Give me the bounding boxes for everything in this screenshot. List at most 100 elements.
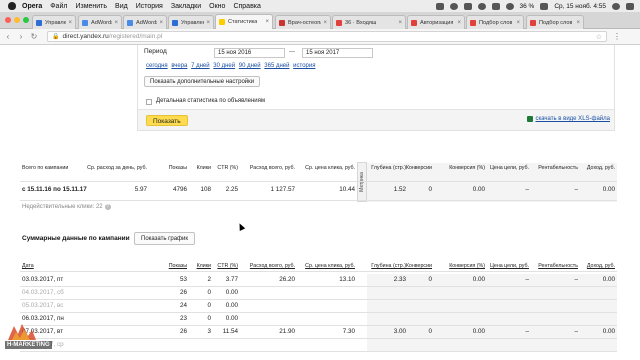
daily-column-header[interactable]: Показы [169, 263, 187, 269]
xls-download-label[interactable]: скачать в виде XLS-файла [535, 116, 610, 122]
sync-status-icon[interactable] [449, 2, 458, 10]
summary-value-cell: 0.00 [472, 186, 485, 193]
tab-close-icon[interactable]: × [514, 20, 520, 26]
summary-header-cell: Конверсия (%) [449, 165, 485, 171]
menu-app-name[interactable]: Opera [22, 3, 42, 10]
browser-tab[interactable]: 36 · Входящ × [332, 15, 406, 29]
period-link-today[interactable]: сегодня [146, 63, 168, 69]
daily-row-cell: 3 [207, 328, 211, 335]
menu-edit[interactable]: Изменить [75, 3, 107, 10]
summary-value-cell: – [525, 186, 529, 193]
forward-arrow-icon[interactable]: › [16, 32, 26, 41]
panel-action-bar: Показать скачать в виде XLS-файла [138, 109, 614, 130]
daily-column-header[interactable]: Конверсии [406, 263, 432, 269]
summary-header-cell: Рентабельность [538, 165, 578, 171]
show-report-button[interactable]: Показать [146, 115, 188, 126]
menu-help[interactable]: Справка [233, 3, 260, 10]
browser-tab[interactable]: Управление к× [168, 15, 214, 29]
browser-tab[interactable]: Управление к× [32, 15, 76, 29]
reload-icon[interactable]: ↻ [29, 32, 39, 41]
minimize-window-icon[interactable] [14, 17, 20, 23]
display-icon[interactable] [463, 2, 472, 10]
tab-favicon-icon [36, 19, 42, 26]
period-link-7-days[interactable]: 7 дней [191, 63, 210, 69]
browser-menu-icon[interactable]: ⋮ [613, 32, 621, 41]
battery-percent[interactable]: 36 % [520, 3, 535, 10]
menubar-datetime[interactable]: Ср, 15 нояб. 4:55 [554, 3, 606, 10]
show-graph-button[interactable]: Показать график [134, 232, 195, 245]
quick-period-links: сегодня вчера 7 дней 30 дней 90 дней 365… [146, 63, 317, 69]
summary-header-cell: Цена цели, руб. [489, 165, 529, 171]
daily-column-header[interactable]: Клики [197, 263, 211, 269]
menu-view[interactable]: Вид [115, 3, 128, 10]
daily-header-divider [20, 271, 617, 272]
clock-status-icon[interactable] [477, 2, 486, 10]
back-arrow-icon[interactable]: ‹ [3, 32, 13, 41]
tab-close-icon[interactable]: × [574, 20, 580, 26]
metrika-column-toggle[interactable]: Метрика [357, 162, 367, 202]
daily-column-header[interactable]: Глубина (стр.) [371, 263, 406, 269]
browser-tab[interactable]: AdWords × [123, 15, 167, 29]
browser-tab[interactable]: Врач-остеопа × [275, 15, 331, 29]
h-marketing-logo-icon [8, 324, 36, 340]
daily-column-header[interactable]: Рентабельность [538, 263, 578, 269]
tab-favicon-icon [127, 19, 133, 26]
summary-value-cell: 10.44 [339, 186, 355, 193]
tab-close-icon[interactable]: × [204, 20, 210, 26]
period-link-365-days[interactable]: 365 дней [264, 63, 289, 69]
daily-row-cell: 26.20 [279, 276, 295, 283]
daily-row-cell: – [574, 276, 578, 283]
menu-window[interactable]: Окно [209, 3, 225, 10]
browser-tab[interactable]: Статистика × [215, 14, 273, 29]
menu-history[interactable]: История [136, 3, 163, 10]
show-advanced-settings-button[interactable]: Показать дополнительные настройки [144, 76, 261, 87]
browser-tab[interactable]: Подбор слов × [526, 15, 584, 29]
daily-column-header[interactable]: Цена цели, руб. [490, 263, 529, 269]
tab-close-icon[interactable]: × [455, 20, 461, 26]
tab-favicon-icon [336, 19, 342, 26]
bookmark-star-icon[interactable]: ☆ [596, 33, 602, 41]
close-window-icon[interactable] [5, 17, 11, 23]
summary-header-cell: Глубина (стр.) [371, 165, 406, 171]
daily-row-divider [20, 286, 617, 287]
tab-title: Статистика [228, 19, 258, 25]
notification-center-icon[interactable] [626, 2, 634, 10]
tab-close-icon[interactable]: × [263, 19, 269, 25]
daily-column-header[interactable]: Ср. цена клика, руб. [305, 263, 355, 269]
tab-close-icon[interactable]: × [321, 20, 327, 26]
period-to-input[interactable]: 15 ноя 2017 [302, 48, 373, 58]
period-link-yesterday[interactable]: вчера [171, 63, 187, 69]
browser-tab[interactable]: Подбор слов × [466, 15, 524, 29]
period-link-90-days[interactable]: 90 дней [239, 63, 261, 69]
daily-column-header[interactable]: CTR (%) [217, 263, 238, 269]
daily-column-header[interactable]: Конверсия (%) [449, 263, 485, 269]
zoom-window-icon[interactable] [23, 17, 29, 23]
daily-column-header[interactable]: Расход всего, руб. [250, 263, 295, 269]
gmail-status-icon[interactable] [435, 2, 444, 10]
statistics-settings-panel: Период 15 ноя 2016 — 15 ноя 2017 сегодня… [137, 45, 615, 131]
daily-column-header[interactable]: Доход, руб. [587, 263, 615, 269]
tab-close-icon[interactable]: × [396, 20, 402, 26]
bluetooth-icon[interactable] [491, 2, 500, 10]
period-link-history[interactable]: история [293, 63, 315, 69]
period-from-input[interactable]: 15 ноя 2016 [214, 48, 285, 58]
menu-file[interactable]: Файл [50, 3, 67, 10]
battery-icon[interactable] [540, 2, 549, 10]
daily-column-header[interactable]: Дата [22, 263, 34, 269]
tab-close-icon[interactable]: × [66, 20, 72, 26]
ad-stats-checkbox[interactable] [146, 99, 152, 105]
apple-icon[interactable] [8, 2, 16, 10]
wifi-icon[interactable] [505, 2, 514, 10]
help-question-icon[interactable]: ? [104, 204, 111, 210]
browser-tab[interactable]: AdWords × [78, 15, 122, 29]
xls-download-link[interactable]: скачать в виде XLS-файла [527, 116, 610, 122]
spotlight-search-icon[interactable] [612, 2, 620, 10]
ad-stats-checkbox-label[interactable]: Детальная статистика по объявлениям [156, 98, 265, 104]
menu-bookmarks[interactable]: Закладки [171, 3, 201, 10]
browser-tab[interactable]: Авторизация × [407, 15, 465, 29]
tab-close-icon[interactable]: × [157, 20, 163, 26]
address-bar[interactable]: 🔒 direct.yandex.ru/registered/main.pl ☆ [47, 31, 607, 42]
tab-close-icon[interactable]: × [112, 20, 118, 26]
period-link-30-days[interactable]: 30 дней [213, 63, 235, 69]
period-dash: — [289, 49, 295, 55]
